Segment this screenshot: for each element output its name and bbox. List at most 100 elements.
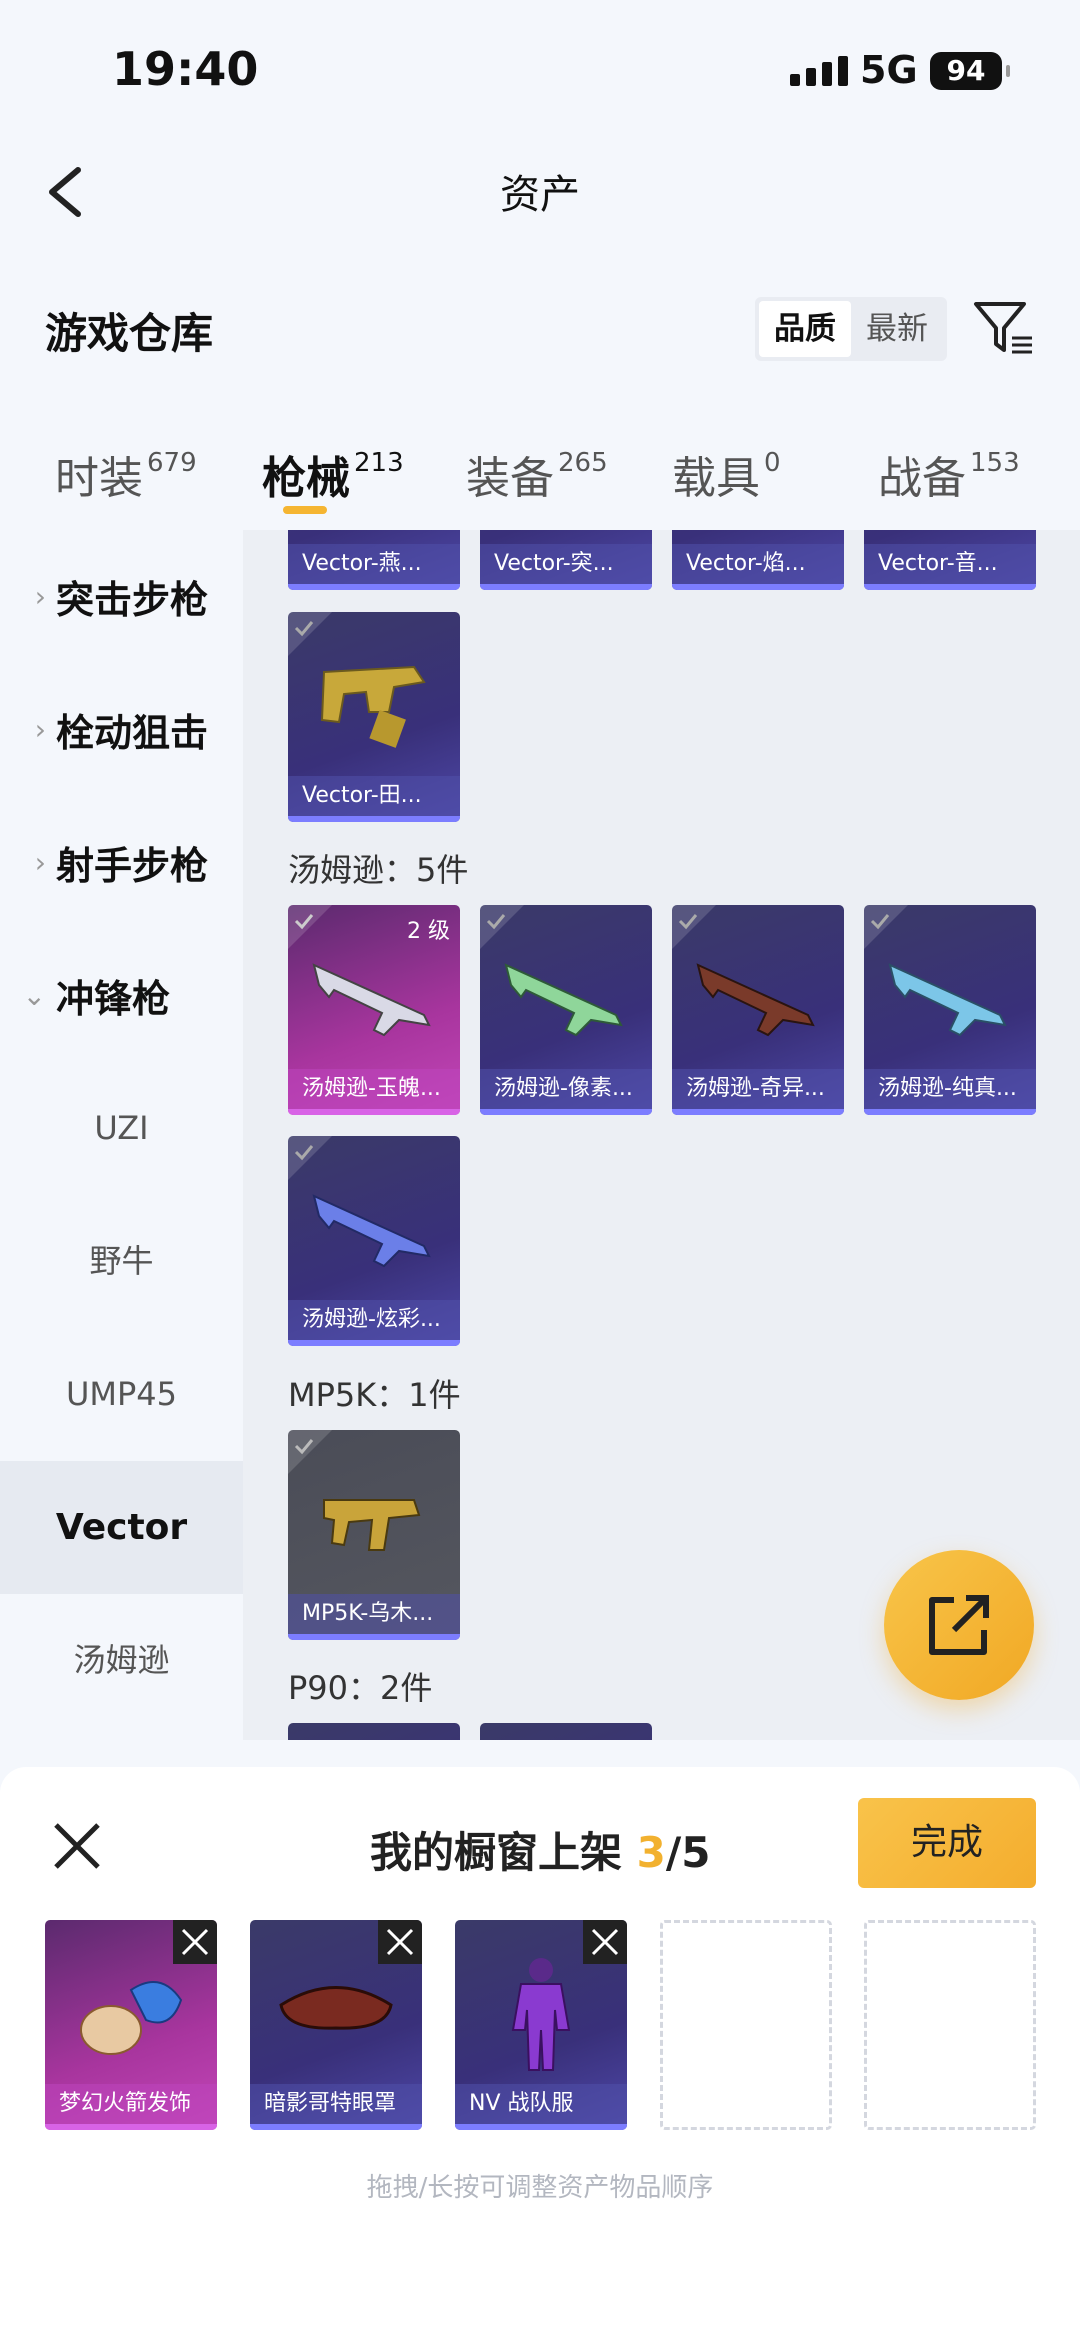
item-label: NV 战队服	[455, 2084, 627, 2124]
item-card[interactable]	[288, 1723, 460, 1740]
remove-item-button[interactable]	[378, 1920, 422, 1964]
sidebar-category-bolt-sniper[interactable]: › 栓动狙击	[0, 663, 243, 796]
showcase-slot[interactable]: 梦幻火箭发饰	[45, 1920, 217, 2130]
reorder-hint: 拖拽/长按可调整资产物品顺序	[366, 2173, 714, 2203]
filter-icon[interactable]	[972, 298, 1034, 360]
item-card[interactable]: 汤姆逊-奇异...	[672, 905, 844, 1115]
item-card[interactable]: Vector-突...	[480, 530, 652, 590]
category-tabs: 时装 679 枪械 213 装备 265 载具 0 战备 153	[0, 430, 1080, 530]
signal-icon	[790, 56, 848, 86]
rarity-bar	[288, 584, 460, 590]
close-icon[interactable]	[50, 1819, 104, 1873]
thompson-gun-icon	[504, 963, 623, 1037]
category-label: 突击步枪	[56, 578, 209, 622]
group-header-p90: P90：2件	[288, 1669, 433, 1707]
item-label: Vector-田...	[288, 776, 460, 816]
tab-count: 0	[764, 448, 781, 478]
item-card[interactable]: MP5K-乌木...	[288, 1430, 460, 1640]
item-card[interactable]	[480, 1723, 652, 1740]
item-label: Vector-突...	[480, 544, 652, 584]
item-card[interactable]: 汤姆逊-纯真...	[864, 905, 1036, 1115]
page-title: 资产	[500, 172, 580, 218]
thompson-gun-icon	[312, 963, 431, 1037]
active-tab-indicator	[283, 506, 327, 514]
eye-mask-icon	[279, 1986, 393, 2030]
category-label: 栓动狙击	[56, 711, 209, 755]
category-label: 冲锋枪	[56, 977, 171, 1021]
item-card[interactable]: Vector-焰...	[672, 530, 844, 590]
rarity-bar	[455, 2124, 627, 2130]
sidebar-item-uzi[interactable]: UZI	[0, 1062, 243, 1195]
tab-count: 679	[147, 448, 197, 478]
tab-equipment[interactable]: 装备 265	[466, 442, 608, 506]
showcase-empty-slot[interactable]	[864, 1920, 1036, 2130]
chevron-right-icon: ›	[34, 713, 46, 746]
item-card[interactable]: Vector-燕...	[288, 530, 460, 590]
thompson-gun-icon	[696, 963, 815, 1037]
group-header-thompson: 汤姆逊：5件	[288, 851, 469, 889]
showcase-empty-slot[interactable]	[660, 1920, 832, 2130]
tab-label: 枪械	[262, 453, 350, 504]
done-button[interactable]: 完成	[858, 1798, 1036, 1888]
network-type: 5G	[860, 48, 918, 92]
sort-quality-button[interactable]: 品质	[759, 301, 851, 357]
showcase-slot[interactable]: 暗影哥特眼罩	[250, 1920, 422, 2130]
showcase-slot[interactable]: NV 战队服	[455, 1920, 627, 2130]
item-label: 汤姆逊-炫彩...	[288, 1300, 460, 1340]
battery-indicator: 94	[930, 52, 1010, 90]
rarity-bar	[288, 1109, 460, 1115]
rarity-bar	[672, 1109, 844, 1115]
sidebar-item-thompson[interactable]: 汤姆逊	[0, 1594, 243, 1727]
tab-count: 265	[558, 448, 608, 478]
showcase-count-total: /5	[665, 1828, 711, 1877]
thompson-gun-icon	[312, 1194, 431, 1268]
tab-firearms[interactable]: 枪械 213	[262, 442, 404, 506]
team-uniform-icon	[511, 1958, 571, 2071]
item-label: 汤姆逊-像素...	[480, 1069, 652, 1109]
item-label: Vector-燕...	[288, 544, 460, 584]
item-label: MP5K-乌木...	[288, 1594, 460, 1634]
close-icon	[591, 1928, 619, 1956]
sidebar-category-assault-rifle[interactable]: › 突击步枪	[0, 530, 243, 663]
rarity-bar	[672, 584, 844, 590]
item-label: Vector-焰...	[672, 544, 844, 584]
sort-latest-button[interactable]: 最新	[851, 301, 943, 357]
nav-bar: 资产	[0, 140, 1080, 240]
rarity-bar	[864, 1109, 1036, 1115]
chevron-right-icon: ›	[34, 580, 46, 613]
rarity-bar	[288, 1340, 460, 1346]
item-label: 汤姆逊-纯真...	[864, 1069, 1036, 1109]
remove-item-button[interactable]	[173, 1920, 217, 1964]
sidebar-category-marksman-rifle[interactable]: › 射手步枪	[0, 796, 243, 929]
group-header-mp5k: MP5K：1件	[288, 1376, 461, 1414]
showcase-title-text: 我的橱窗上架	[370, 1828, 623, 1877]
item-label: Vector-音...	[864, 544, 1036, 584]
sidebar-item-vector[interactable]: Vector	[0, 1461, 243, 1594]
sidebar-item-bizon[interactable]: 野牛	[0, 1195, 243, 1328]
tab-supplies[interactable]: 战备 153	[878, 442, 1020, 506]
hair-accessory-icon	[80, 1981, 183, 2055]
item-card[interactable]: 2 级 汤姆逊-玉魄...	[288, 905, 460, 1115]
tab-count: 213	[354, 448, 404, 478]
item-card[interactable]: Vector-田...	[288, 612, 460, 822]
item-label: 汤姆逊-玉魄...	[288, 1069, 460, 1109]
tab-fashion[interactable]: 时装 679	[55, 442, 197, 506]
item-card[interactable]: 汤姆逊-像素...	[480, 905, 652, 1115]
tab-label: 战备	[878, 453, 966, 504]
sidebar-category-smg[interactable]: ⌄ 冲锋枪	[0, 929, 243, 1062]
tab-label: 时装	[55, 453, 143, 504]
item-card[interactable]: 汤姆逊-炫彩...	[288, 1136, 460, 1346]
sidebar-item-ump45[interactable]: UMP45	[0, 1328, 243, 1461]
rarity-bar	[480, 1109, 652, 1115]
tab-vehicles[interactable]: 载具 0	[672, 442, 781, 506]
mp5k-gun-icon	[323, 1499, 421, 1551]
item-card[interactable]: Vector-音...	[864, 530, 1036, 590]
item-label: 汤姆逊-奇异...	[672, 1069, 844, 1109]
item-label: 暗影哥特眼罩	[250, 2084, 422, 2124]
status-time: 19:40	[112, 42, 259, 96]
share-fab-button[interactable]	[884, 1550, 1034, 1700]
category-label: 射手步枪	[56, 844, 209, 888]
tab-count: 153	[970, 448, 1020, 478]
remove-item-button[interactable]	[583, 1920, 627, 1964]
chevron-down-icon: ⌄	[22, 979, 46, 1012]
